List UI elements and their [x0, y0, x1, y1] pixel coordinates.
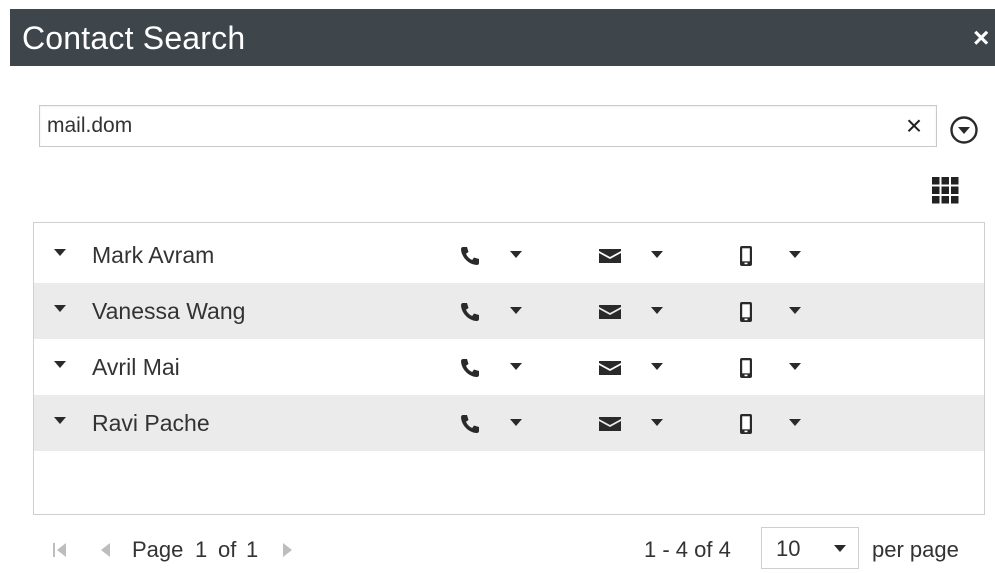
chevron-down-icon	[834, 545, 846, 552]
email-dropdown-icon[interactable]	[651, 419, 663, 426]
per-page-value: 10	[776, 536, 801, 561]
dialog-title: Contact Search	[22, 20, 246, 56]
search-field: ×	[39, 105, 937, 147]
mobile-phone-icon[interactable]	[734, 412, 758, 436]
caret-down-icon[interactable]	[54, 305, 66, 312]
caret-down-icon[interactable]	[54, 249, 66, 256]
email-dropdown-icon[interactable]	[651, 363, 663, 370]
contact-results-list: Mark Avram Vanessa Wang Avril Mai Ravi Pach…	[33, 222, 985, 515]
phone-icon[interactable]	[458, 356, 482, 380]
contact-name[interactable]: Mark Avram	[92, 242, 214, 268]
phone-icon[interactable]	[458, 412, 482, 436]
page-word: Page	[132, 537, 184, 562]
envelope-icon[interactable]	[597, 244, 621, 268]
envelope-icon[interactable]	[597, 356, 621, 380]
total-pages: 1	[246, 537, 259, 562]
per-page-select[interactable]: 10	[761, 527, 859, 569]
chevron-circle-down-icon	[950, 116, 978, 144]
contact-row[interactable]: Avril Mai	[34, 339, 984, 395]
clear-icon: ×	[905, 110, 923, 141]
contact-name[interactable]: Avril Mai	[92, 354, 180, 380]
phone-icon[interactable]	[458, 244, 482, 268]
close-button[interactable]: ×	[973, 21, 995, 55]
mobile-phone-icon[interactable]	[734, 300, 758, 324]
prev-page-icon[interactable]	[99, 541, 111, 559]
close-icon: ×	[973, 22, 990, 53]
phone-dropdown-icon[interactable]	[510, 307, 522, 314]
mobile-phone-icon[interactable]	[734, 356, 758, 380]
mobile-dropdown-icon[interactable]	[789, 363, 801, 370]
contact-row[interactable]: Vanessa Wang	[34, 283, 984, 339]
mobile-phone-icon[interactable]	[734, 244, 758, 268]
caret-down-icon[interactable]	[54, 417, 66, 424]
results-range: 1 - 4 of 4	[644, 537, 731, 562]
mobile-dropdown-icon[interactable]	[789, 307, 801, 314]
grid-view-button[interactable]	[932, 177, 959, 204]
per-page-label: per page	[872, 537, 959, 562]
mobile-dropdown-icon[interactable]	[789, 419, 801, 426]
phone-icon[interactable]	[458, 300, 482, 324]
phone-dropdown-icon[interactable]	[510, 363, 522, 370]
mobile-dropdown-icon[interactable]	[789, 251, 801, 258]
of-word: of	[218, 537, 237, 562]
contact-row[interactable]: Mark Avram	[34, 227, 984, 283]
email-dropdown-icon[interactable]	[651, 307, 663, 314]
phone-dropdown-icon[interactable]	[510, 419, 522, 426]
clear-search-button[interactable]: ×	[902, 110, 926, 141]
contact-row[interactable]: Ravi Pache	[34, 395, 984, 451]
current-page: 1	[195, 537, 208, 562]
grid-view-icon	[932, 177, 959, 204]
caret-down-icon[interactable]	[54, 361, 66, 368]
next-page-icon[interactable]	[282, 541, 294, 559]
search-options-button[interactable]	[948, 114, 980, 146]
dialog-titlebar: Contact Search ×	[10, 9, 995, 66]
contact-name[interactable]: Vanessa Wang	[92, 298, 245, 324]
phone-dropdown-icon[interactable]	[510, 251, 522, 258]
first-page-icon[interactable]	[53, 541, 67, 559]
email-dropdown-icon[interactable]	[651, 251, 663, 258]
pagination-bar: Page 1 of 1 1 - 4 of 4 10 per page	[33, 527, 988, 570]
envelope-icon[interactable]	[597, 300, 621, 324]
contact-name[interactable]: Ravi Pache	[92, 410, 210, 436]
search-input[interactable]	[40, 106, 890, 146]
envelope-icon[interactable]	[597, 412, 621, 436]
